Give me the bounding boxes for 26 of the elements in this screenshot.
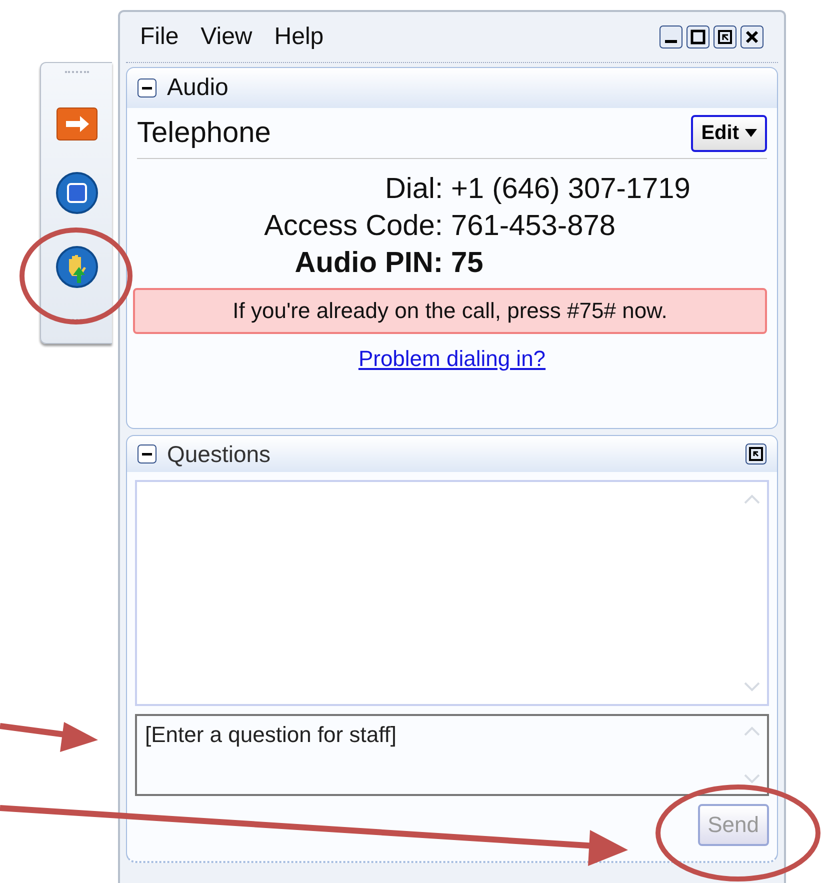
audio-mode-label: Telephone	[137, 116, 271, 150]
close-icon[interactable]	[740, 25, 764, 49]
restore-icon[interactable]	[713, 25, 737, 49]
minimize-icon[interactable]	[659, 25, 683, 49]
panel-title: Audio	[167, 74, 228, 102]
info-value: 761-453-878	[451, 210, 616, 243]
help-link[interactable]: Problem dialing in?	[358, 346, 546, 371]
menu-item[interactable]: View	[200, 23, 252, 51]
maximize-icon[interactable]	[686, 25, 710, 49]
info-label: Access Code:	[263, 210, 443, 243]
collapse-icon[interactable]	[137, 444, 157, 464]
edit-button[interactable]: Edit	[691, 114, 767, 152]
info-value: +1 (646) 307-1719	[451, 173, 690, 206]
raise-hand-icon[interactable]	[54, 245, 98, 289]
collapse-icon[interactable]	[137, 78, 157, 98]
caret-icon	[745, 129, 757, 137]
info-label: Dial:	[384, 173, 443, 206]
info-value: 75	[451, 247, 484, 280]
info-label: Audio PIN:	[294, 247, 443, 280]
question-input-field[interactable]: [Enter a question for staff]	[135, 714, 769, 796]
notice-banner: If you're already on the call, press #75# now.	[133, 288, 767, 334]
restore-icon[interactable]	[745, 443, 767, 465]
stop-icon[interactable]	[54, 171, 98, 215]
menu-item[interactable]: File	[140, 23, 179, 51]
menu-item[interactable]: Help	[274, 23, 324, 51]
panel-title: Questions	[167, 440, 271, 468]
